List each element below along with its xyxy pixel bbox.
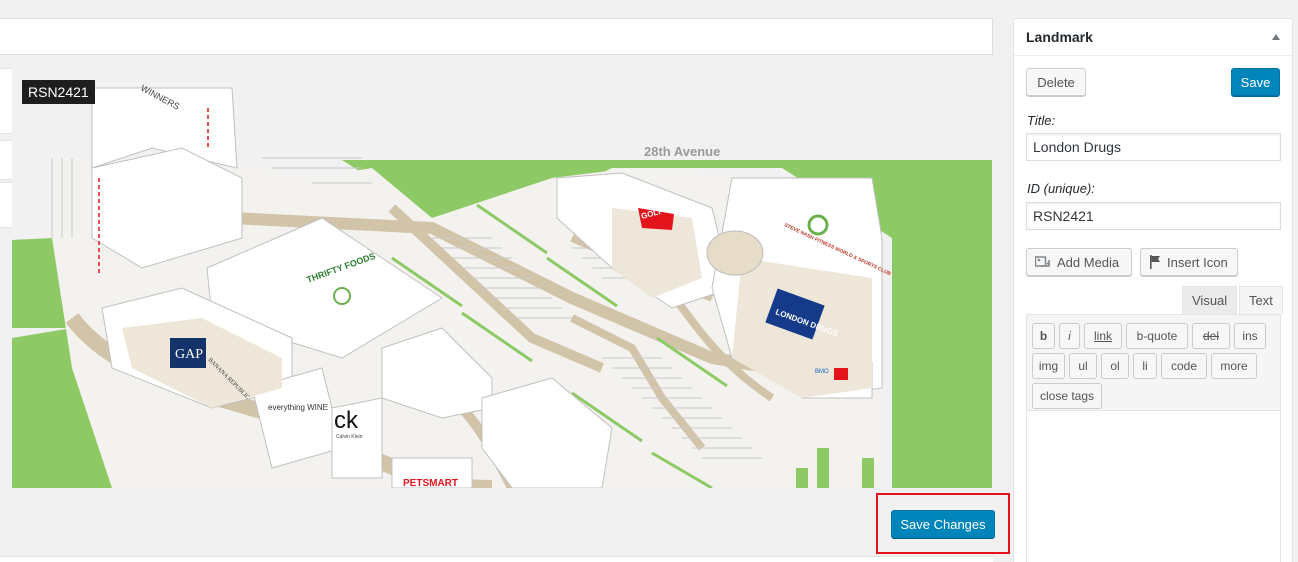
insert-icon-button[interactable]: Insert Icon [1140,248,1238,276]
collapse-caret-icon[interactable] [1272,34,1280,40]
qt-ins-button[interactable]: ins [1234,323,1266,349]
bottom-panel [0,556,993,562]
id-field[interactable] [1026,202,1281,230]
quicktags-toolbar: b i link b-quote del ins img ul ol li co… [1026,314,1281,411]
top-input-field[interactable] [0,18,993,55]
qt-link-button[interactable]: link [1084,323,1122,349]
insert-icon-label: Insert Icon [1167,254,1228,270]
street-label: 28th Avenue [644,144,720,159]
save-changes-highlight: Save Changes [876,493,1010,554]
qt-code-button[interactable]: code [1161,353,1207,379]
qt-bold-button[interactable]: b [1032,323,1055,349]
flag-icon [1150,255,1160,269]
save-changes-button[interactable]: Save Changes [891,510,995,538]
everything-wine-label: everything WINE [268,403,328,412]
add-media-label: Add Media [1057,254,1120,270]
qt-close-tags-button[interactable]: close tags [1032,383,1102,409]
qt-li-button[interactable]: li [1133,353,1157,379]
gap-label: GAP [175,347,203,362]
qt-italic-button[interactable]: i [1059,323,1080,349]
id-label: ID (unique): [1027,181,1095,196]
save-button[interactable]: Save [1231,68,1280,96]
delete-button[interactable]: Delete [1026,68,1086,96]
tab-visual[interactable]: Visual [1182,286,1238,314]
mall-map[interactable]: 28th Avenue WINNERS GOLF TOWN STEVE NASH… [12,68,993,488]
petsmart-label: PETSMART [403,478,458,488]
qt-bquote-button[interactable]: b-quote [1126,323,1188,349]
qt-img-button[interactable]: img [1032,353,1065,379]
add-media-button[interactable]: Add Media [1026,248,1132,276]
landmark-panel: Landmark Delete Save Title: ID (unique):… [1013,18,1293,562]
qt-more-button[interactable]: more [1211,353,1257,379]
tab-text[interactable]: Text [1239,286,1283,314]
landmark-panel-header[interactable]: Landmark [1014,19,1292,56]
title-label: Title: [1027,113,1056,128]
ck-label: ck [334,407,359,434]
media-icon [1035,256,1050,267]
qt-ol-button[interactable]: ol [1101,353,1129,379]
qt-ul-button[interactable]: ul [1069,353,1097,379]
bmo-label: BMO [815,369,829,375]
ck-sub-label: Calvin Klein [336,434,363,440]
selected-landmark-tag: RSN2421 [22,80,95,104]
panel-title: Landmark [1026,29,1093,45]
qt-del-button[interactable]: del [1192,323,1230,349]
title-field[interactable] [1026,133,1281,161]
description-textarea[interactable] [1026,411,1281,562]
